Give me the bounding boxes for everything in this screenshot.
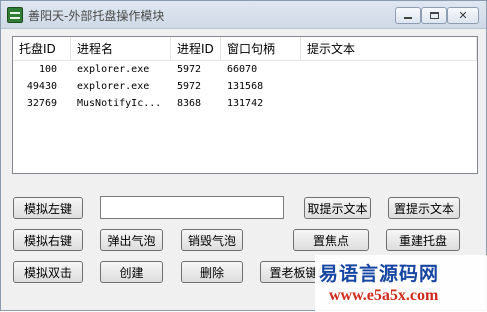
cell-window-handle: 131568 xyxy=(227,81,264,92)
simulate-left-click-button[interactable]: 模拟左键 xyxy=(13,197,83,219)
cell-process-id: 5972 xyxy=(177,81,202,92)
set-tip-text-button[interactable]: 置提示文本 xyxy=(388,197,460,219)
tray-list[interactable]: 托盘ID 进程名 进程ID 窗口句柄 提示文本 100 explorer.exe… xyxy=(12,36,478,174)
destroy-balloon-button[interactable]: 销毁气泡 xyxy=(181,229,243,251)
create-button[interactable]: 创建 xyxy=(100,261,163,283)
cell-tray-id: 32769 xyxy=(26,98,57,109)
list-rows: 100 explorer.exe 5972 66070 49430 explor… xyxy=(13,61,477,112)
minimize-button[interactable] xyxy=(395,7,421,24)
cell-tray-id: 100 xyxy=(38,64,57,75)
watermark-url: www.e5a5x.com xyxy=(329,287,439,304)
cell-window-handle: 131742 xyxy=(227,98,264,109)
list-header: 托盘ID 进程名 进程ID 窗口句柄 提示文本 xyxy=(13,37,477,61)
column-header-process-name[interactable]: 进程名 xyxy=(71,37,171,61)
table-row[interactable]: 32769 MusNotifyIc... 8368 131742 xyxy=(13,95,477,112)
maximize-button[interactable] xyxy=(421,7,447,24)
tip-text-input[interactable] xyxy=(100,196,284,219)
get-tip-text-button[interactable]: 取提示文本 xyxy=(304,197,371,219)
simulate-double-click-button[interactable]: 模拟双击 xyxy=(13,261,83,283)
cell-process-name: MusNotifyIc... xyxy=(77,98,162,109)
cell-process-id: 5972 xyxy=(177,64,202,75)
simulate-right-click-button[interactable]: 模拟右键 xyxy=(13,229,83,251)
app-icon xyxy=(7,7,23,23)
main-window: 善阳天-外部托盘操作模块 ✕ 托盘ID 进程名 进程ID 窗口句柄 提示文本 1… xyxy=(0,0,487,312)
set-focus-button[interactable]: 置焦点 xyxy=(293,229,369,251)
rebuild-tray-button[interactable]: 重建托盘 xyxy=(386,229,460,251)
popup-balloon-button[interactable]: 弹出气泡 xyxy=(100,229,163,251)
table-row[interactable]: 49430 explorer.exe 5972 131568 xyxy=(13,78,477,95)
window-title: 善阳天-外部托盘操作模块 xyxy=(28,9,165,23)
cell-window-handle: 66070 xyxy=(227,64,258,75)
delete-button[interactable]: 删除 xyxy=(181,261,243,283)
table-row[interactable]: 100 explorer.exe 5972 66070 xyxy=(13,61,477,78)
close-button[interactable]: ✕ xyxy=(447,7,479,24)
cell-process-name: explorer.exe xyxy=(77,81,150,92)
minimize-icon xyxy=(404,17,412,19)
cell-process-id: 8368 xyxy=(177,98,202,109)
maximize-icon xyxy=(429,12,439,19)
watermark: 易语言源码网 www.e5a5x.com xyxy=(315,255,487,312)
column-header-tip-text[interactable]: 提示文本 xyxy=(301,37,477,61)
watermark-site-name: 易语言源码网 xyxy=(319,263,440,285)
cell-tip-text xyxy=(301,78,477,95)
column-header-tray-id[interactable]: 托盘ID xyxy=(13,37,71,61)
column-header-process-id[interactable]: 进程ID xyxy=(171,37,221,61)
title-bar[interactable]: 善阳天-外部托盘操作模块 ✕ xyxy=(1,1,486,29)
column-header-window-handle[interactable]: 窗口句柄 xyxy=(221,37,301,61)
cell-tray-id: 49430 xyxy=(26,81,57,92)
cell-tip-text xyxy=(301,61,477,78)
cell-tip-text xyxy=(301,95,477,112)
close-icon: ✕ xyxy=(458,9,468,22)
cell-process-name: explorer.exe xyxy=(77,64,150,75)
